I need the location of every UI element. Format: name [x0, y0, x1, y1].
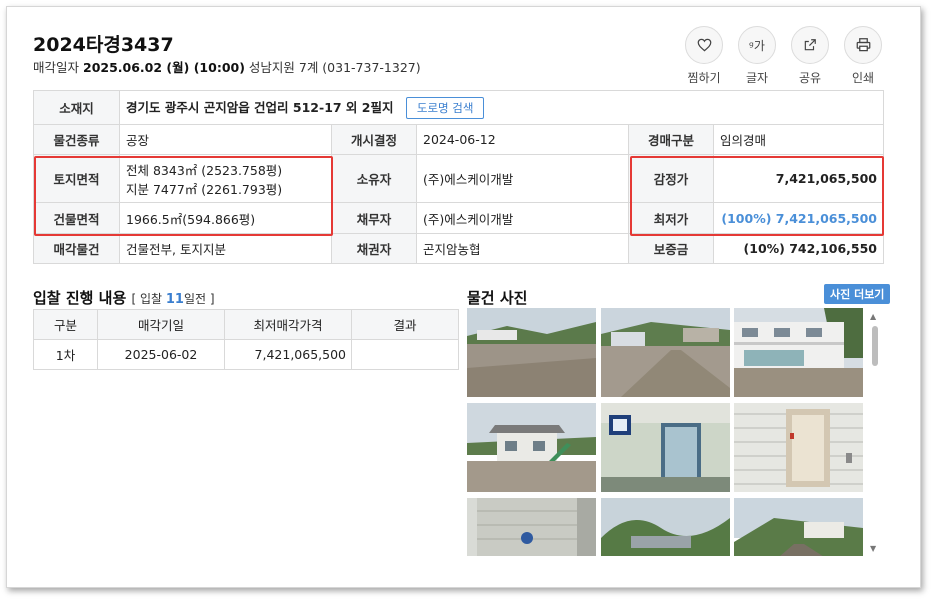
appraisal-value: 7,421,065,500: [712, 154, 885, 203]
bid-round: 1차: [33, 339, 98, 370]
location-label: 소재지: [33, 90, 120, 125]
owner-value: (주)에스케이개발: [416, 154, 629, 203]
bookmark-label: 찜하기: [687, 71, 721, 85]
scroll-up-arrow-icon[interactable]: ▲: [870, 312, 876, 321]
case-title: 2024타경3437: [33, 34, 174, 56]
road-name-search-button[interactable]: 도로명 검색: [405, 96, 485, 119]
bid-table: 구분 매각기일 최저매각가격 결과 1차 2025-06-02 7,421,06…: [33, 309, 459, 370]
type-value: 공장: [119, 124, 332, 155]
bid-table-header: 구분 매각기일 최저매각가격 결과: [33, 309, 459, 340]
bid-header-price: 최저매각가격: [224, 309, 352, 340]
debtor-value: (주)에스케이개발: [416, 202, 629, 234]
bid-date: 2025-06-02: [97, 339, 225, 370]
court-info: 성남지원 7계 (031-737-1327): [248, 60, 421, 75]
bid-price: 7,421,065,500: [224, 339, 352, 370]
property-photo-8[interactable]: [601, 498, 730, 556]
font-size-icon: ᵍ가: [738, 26, 776, 64]
property-photo-9[interactable]: [734, 498, 863, 556]
appraisal-label: 감정가: [628, 154, 714, 203]
property-info-table: 소재지 경기도 광주시 곤지암읍 건업리 512-17 외 2필지 도로명 검색…: [33, 90, 885, 264]
property-photo-3[interactable]: [734, 308, 863, 397]
share-icon: [791, 26, 829, 64]
sale-date: 2025.06.02 (월) (10:00): [83, 60, 245, 75]
deposit-value: (10%) 742,106,550: [712, 233, 885, 264]
bid-section-title: 입찰 진행 내용 [ 입찰 11일전 ]: [33, 287, 215, 308]
font-size-glyph: ᵍ가: [749, 38, 765, 53]
table-row: 1차 2025-06-02 7,421,065,500: [33, 339, 459, 370]
print-button[interactable]: 인쇄: [844, 26, 882, 86]
creditor-label: 채권자: [331, 233, 417, 264]
auction-kind-value: 임의경매: [712, 124, 885, 155]
action-bar: 찜하기 ᵍ가 글자 공유 인쇄: [685, 26, 882, 86]
bookmark-button[interactable]: 찜하기: [685, 26, 723, 86]
min-price-value: (100%) 7,421,065,500: [712, 202, 885, 234]
land-share: 지분 7477㎡ (2261.793평): [126, 181, 283, 197]
bid-days-count: 11: [165, 292, 184, 307]
item-label: 매각물건: [33, 233, 120, 264]
deposit-label: 보증금: [628, 233, 714, 264]
location-cell: 경기도 광주시 곤지암읍 건업리 512-17 외 2필지 도로명 검색: [118, 90, 885, 125]
bid-header-date: 매각기일: [97, 309, 225, 340]
print-icon: [844, 26, 882, 64]
owner-label: 소유자: [331, 154, 417, 203]
scroll-down-arrow-icon[interactable]: ▼: [870, 544, 876, 553]
font-size-label: 글자: [745, 71, 769, 85]
bid-days-info: [ 입찰 11일전 ]: [131, 292, 215, 307]
property-photo-1[interactable]: [467, 308, 596, 397]
building-label: 건물면적: [33, 202, 120, 234]
font-size-button[interactable]: ᵍ가 글자: [738, 26, 776, 86]
land-total: 전체 8343㎡ (2523.758평): [126, 162, 283, 178]
location-value: 경기도 광주시 곤지암읍 건업리 512-17 외 2필지: [126, 99, 394, 115]
property-photo-7[interactable]: [467, 498, 596, 556]
scrollbar-thumb[interactable]: [872, 326, 878, 366]
property-photo-5[interactable]: [601, 403, 730, 492]
photos-title: 물건 사진: [467, 289, 528, 307]
property-photo-2[interactable]: [601, 308, 730, 397]
land-label: 토지면적: [33, 154, 120, 203]
bid-days-suffix: 일전 ]: [183, 292, 215, 306]
bid-header-round: 구분: [33, 309, 98, 340]
property-photo-4[interactable]: [467, 403, 596, 492]
more-photos-button[interactable]: 사진 더보기: [824, 284, 891, 304]
property-photo-6[interactable]: [734, 403, 863, 492]
share-button[interactable]: 공유: [791, 26, 829, 86]
sale-label: 매각일자: [33, 60, 80, 75]
heart-icon: [685, 26, 723, 64]
type-label: 물건종류: [33, 124, 120, 155]
open-label: 개시결정: [331, 124, 417, 155]
share-label: 공유: [798, 71, 822, 85]
bid-header-result: 결과: [351, 309, 459, 340]
photo-gallery: [467, 308, 865, 556]
print-label: 인쇄: [851, 71, 875, 85]
bid-result: [351, 339, 459, 370]
min-price-label: 최저가: [628, 202, 714, 234]
auction-kind-label: 경매구분: [628, 124, 714, 155]
bid-days-prefix: [ 입찰: [131, 292, 166, 306]
item-value: 건물전부, 토지지분: [119, 233, 332, 264]
debtor-label: 채무자: [331, 202, 417, 234]
sale-info: 매각일자 2025.06.02 (월) (10:00) 성남지원 7계 (031…: [33, 57, 421, 76]
building-value: 1966.5㎡(594.866평): [119, 202, 332, 234]
gallery-scrollbar[interactable]: ▲ ▼: [868, 308, 882, 556]
open-value: 2024-06-12: [416, 124, 629, 155]
bid-title: 입찰 진행 내용: [33, 289, 127, 307]
land-value: 전체 8343㎡ (2523.758평) 지분 7477㎡ (2261.793평…: [119, 154, 332, 203]
creditor-value: 곤지암농협: [416, 233, 629, 264]
